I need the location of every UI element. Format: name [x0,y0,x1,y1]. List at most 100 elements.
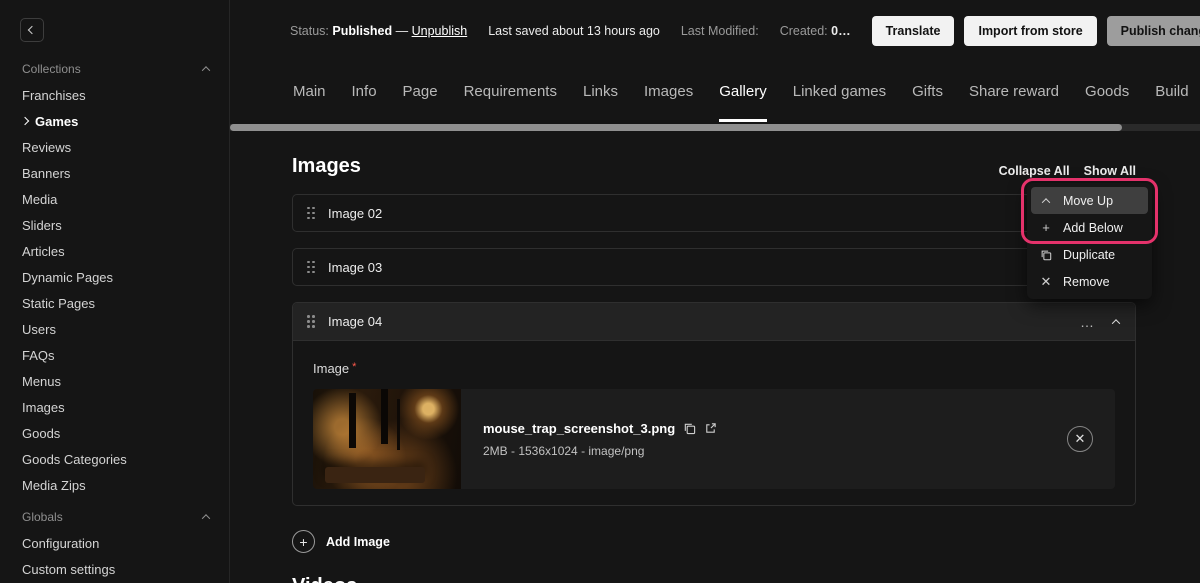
item-label: Images [22,400,65,415]
menu-item-move-up[interactable]: Move Up [1031,187,1148,214]
sidebar: Collections Franchises Games Reviews Ban… [0,0,230,583]
tab-main[interactable]: Main [293,62,326,122]
sidebar-item-media-zips[interactable]: Media Zips [0,472,229,498]
add-image-label: Add Image [326,535,390,549]
image-row-03[interactable]: Image 03 [292,248,1136,286]
sidebar-item-games[interactable]: Games [0,108,229,134]
item-label: Menus [22,374,61,389]
image-row-04-header[interactable]: Image 04 … [293,303,1135,341]
menu-item-label: Duplicate [1063,248,1115,262]
required-asterisk: * [352,361,356,373]
menu-item-duplicate[interactable]: Duplicate [1031,241,1148,268]
drag-handle-icon[interactable] [307,207,315,220]
sidebar-item-images[interactable]: Images [0,394,229,420]
sidebar-item-faqs[interactable]: FAQs [0,342,229,368]
header-bar: Status: Published — Unpublish Last saved… [230,0,1200,62]
horizontal-scrollbar-track[interactable] [230,124,1200,131]
add-image-button[interactable]: + Add Image [292,530,390,553]
sidebar-item-goods-categories[interactable]: Goods Categories [0,446,229,472]
status-text: Status: Published — Unpublish [290,24,467,38]
row-context-menu: Move Up + Add Below Duplicate ✕ Remove [1027,183,1152,299]
menu-item-label: Remove [1063,275,1110,289]
tab-build[interactable]: Build [1155,62,1188,122]
item-label: Users [22,322,56,337]
sidebar-item-franchises[interactable]: Franchises [0,82,229,108]
sidebar-item-static-pages[interactable]: Static Pages [0,290,229,316]
copy-icon[interactable] [683,422,696,435]
last-saved-text: Last saved about 13 hours ago [488,24,660,38]
item-label: Sliders [22,218,62,233]
item-label: Reviews [22,140,71,155]
sidebar-item-goods[interactable]: Goods [0,420,229,446]
chevron-up-icon [1039,198,1053,204]
section-label: Collections [22,62,81,76]
image-row-04-expanded: Image 04 … Image* mouse_trap_screenshot_… [292,302,1136,506]
sidebar-section-globals[interactable]: Globals [0,504,229,530]
plus-icon: + [292,530,315,553]
tab-gifts[interactable]: Gifts [912,62,943,122]
sidebar-item-media[interactable]: Media [0,186,229,212]
sidebar-item-custom-settings[interactable]: Custom settings [0,556,229,582]
horizontal-scrollbar-thumb[interactable] [230,124,1122,131]
item-label: Configuration [22,536,99,551]
drag-handle-icon[interactable] [307,261,315,274]
item-label: Banners [22,166,70,181]
status-label: Status: [290,24,329,38]
file-info: mouse_trap_screenshot_3.png 2MB - 1536x1… [483,421,717,458]
item-label: Dynamic Pages [22,270,113,285]
back-button[interactable] [20,18,44,42]
menu-item-label: Add Below [1063,221,1123,235]
sidebar-item-banners[interactable]: Banners [0,160,229,186]
sidebar-item-articles[interactable]: Articles [0,238,229,264]
image-row-02[interactable]: Image 02 [292,194,1136,232]
collapse-chevron-icon[interactable] [1112,319,1120,327]
sidebar-item-dynamic-pages[interactable]: Dynamic Pages [0,264,229,290]
show-all-link[interactable]: Show All [1084,164,1136,178]
item-label: Custom settings [22,562,115,577]
tab-links[interactable]: Links [583,62,618,122]
tab-images[interactable]: Images [644,62,693,122]
file-thumbnail[interactable] [313,389,461,489]
remove-file-button[interactable]: ✕ [1067,426,1093,452]
tab-info[interactable]: Info [352,62,377,122]
sidebar-item-reviews[interactable]: Reviews [0,134,229,160]
sidebar-item-sliders[interactable]: Sliders [0,212,229,238]
tab-page[interactable]: Page [403,62,438,122]
created-value: 0… [831,24,850,38]
row-more-button[interactable]: … [1080,314,1095,330]
menu-item-remove[interactable]: ✕ Remove [1031,268,1148,295]
plus-icon: + [1039,220,1053,235]
status-separator: — [396,24,409,38]
created-text: Created: 0… [780,24,851,38]
tab-linked-games[interactable]: Linked games [793,62,886,122]
menu-item-add-below[interactable]: + Add Below [1031,214,1148,241]
collapse-all-link[interactable]: Collapse All [999,164,1070,178]
image-row-label: Image 04 [328,314,382,329]
sidebar-section-collections[interactable]: Collections [0,56,229,82]
import-from-store-button[interactable]: Import from store [964,16,1096,46]
row-header-actions: … [1080,314,1119,330]
image-row-label: Image 02 [328,206,382,221]
drag-handle-icon[interactable] [307,315,315,328]
tab-goods[interactable]: Goods [1085,62,1129,122]
tab-requirements[interactable]: Requirements [464,62,557,122]
tab-share-reward[interactable]: Share reward [969,62,1059,122]
back-chevron-icon [28,26,36,34]
header-buttons: Translate Import from store Publish chan… [872,16,1200,46]
chevron-right-icon [21,117,29,125]
sidebar-item-configuration[interactable]: Configuration [0,530,229,556]
translate-button[interactable]: Translate [872,16,955,46]
item-label: Articles [22,244,65,259]
tab-gallery[interactable]: Gallery [719,62,767,122]
unpublish-link[interactable]: Unpublish [412,24,468,38]
section-label: Globals [22,510,63,524]
last-modified-label: Last Modified: [681,24,759,38]
item-label: Goods [22,426,60,441]
edit-icon[interactable] [704,422,717,435]
sidebar-item-menus[interactable]: Menus [0,368,229,394]
gallery-content: Images Collapse All Show All Image 02 Im… [230,132,1200,583]
sidebar-item-users[interactable]: Users [0,316,229,342]
publish-changes-button[interactable]: Publish changes [1107,16,1200,46]
image-field-label: Image* [313,361,1115,376]
file-meta: 2MB - 1536x1024 - image/png [483,444,717,458]
